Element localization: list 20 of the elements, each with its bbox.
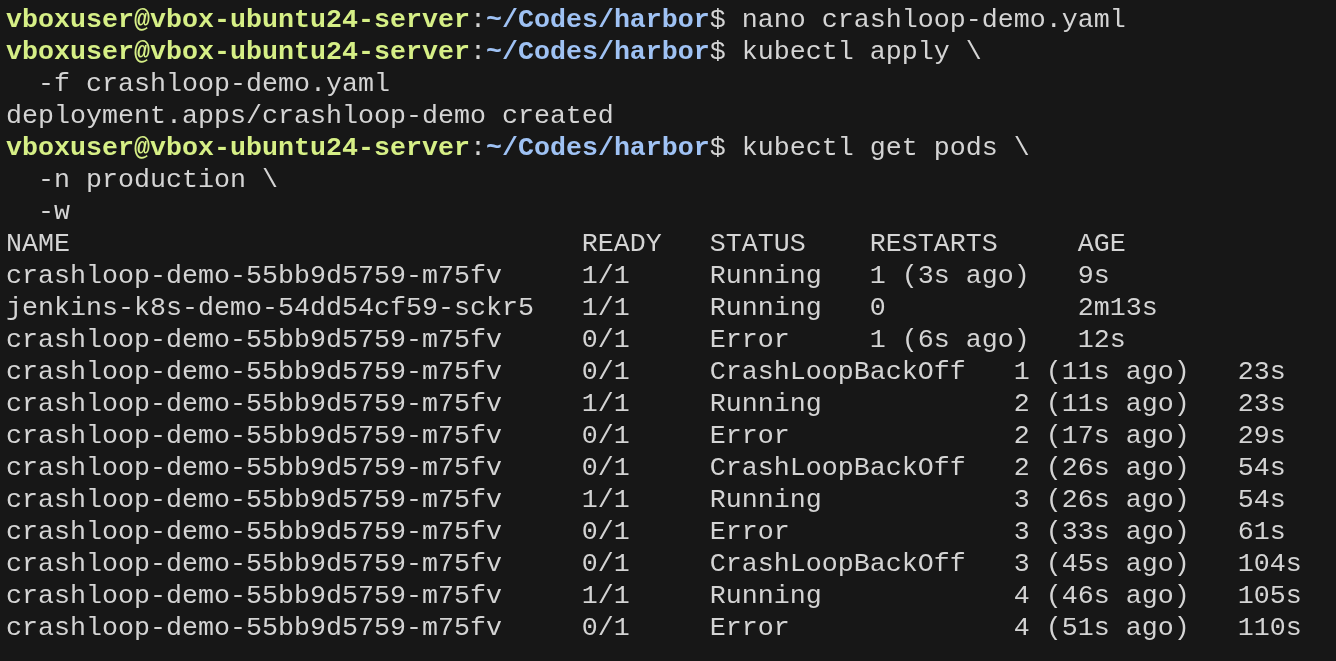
output-line: crashloop-demo-55bb9d5759-m75fv 0/1 CrashLoopBackOff 1 (11s ago) 23s <box>6 356 1286 388</box>
output-line: -n production \ <box>37 164 278 196</box>
prompt-line: vboxuser@vbox-ubuntu24-server:~/Codes/harbor$ nano crashloop-demo.yaml <box>6 4 1126 36</box>
output-line: crashloop-demo-55bb9d5759-m75fv 1/1 Running 1 (3s ago) 9s <box>6 260 1110 292</box>
output-line: crashloop-demo-55bb9d5759-m75fv 1/1 Running 3 (26s ago) 54s <box>6 484 1286 516</box>
output-line: crashloop-demo-55bb9d5759-m75fv 1/1 Running 2 (11s ago) 23s <box>6 388 1286 420</box>
output-line: crashloop-demo-55bb9d5759-m75fv 0/1 CrashLoopBackOff 3 (45s ago) 104s <box>6 548 1302 580</box>
output-line: crashloop-demo-55bb9d5759-m75fv 0/1 Error 1 (6s ago) 12s <box>6 324 1126 356</box>
output-line: crashloop-demo-55bb9d5759-m75fv 0/1 CrashLoopBackOff 2 (26s ago) 54s <box>6 452 1286 484</box>
output-line: crashloop-demo-55bb9d5759-m75fv 1/1 Running 4 (46s ago) 105s <box>6 580 1302 612</box>
output-line: jenkins-k8s-demo-54dd54cf59-sckr5 1/1 Running 0 2m13s <box>6 292 1158 324</box>
output-line: crashloop-demo-55bb9d5759-m75fv 0/1 Error 4 (51s ago) 110s <box>6 612 1302 644</box>
prompt-line: vboxuser@vbox-ubuntu24-server:~/Codes/harbor$ kubectl get pods \ <box>6 132 1030 164</box>
output-line: deployment.apps/crashloop-demo created <box>6 100 614 132</box>
output-line: NAME READY STATUS RESTARTS AGE <box>6 228 1126 260</box>
output-line: -f crashloop-demo.yaml <box>37 68 390 100</box>
output-line: -w <box>37 196 70 228</box>
output-line: crashloop-demo-55bb9d5759-m75fv 0/1 Error 3 (33s ago) 61s <box>6 516 1286 548</box>
prompt-line: vboxuser@vbox-ubuntu24-server:~/Codes/harbor$ kubectl apply \ <box>6 36 982 68</box>
output-line: crashloop-demo-55bb9d5759-m75fv 0/1 Error 2 (17s ago) 29s <box>6 420 1286 452</box>
